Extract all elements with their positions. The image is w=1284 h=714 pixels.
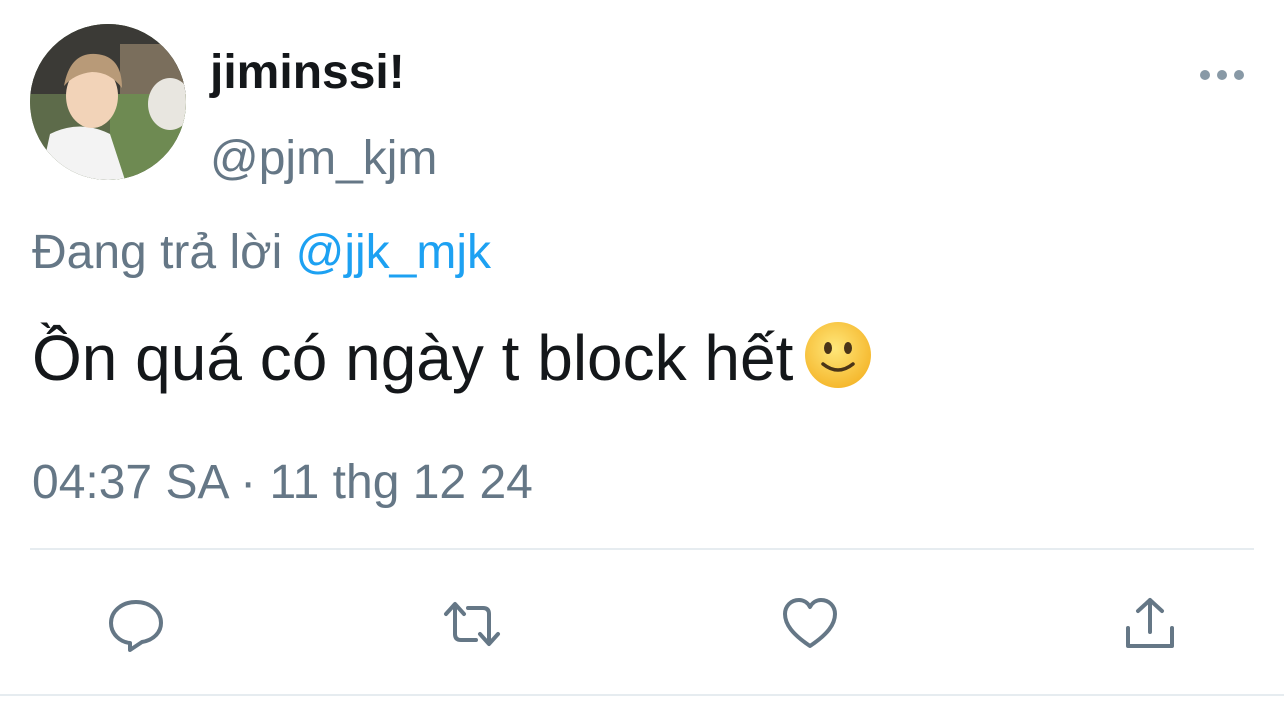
slightly-smiling-face-icon [803, 320, 873, 390]
more-options-icon[interactable] [1198, 64, 1246, 86]
user-handle[interactable]: @pjm_kjm [210, 126, 437, 192]
avatar-image [30, 24, 186, 180]
reply-prefix: Đang trả lời [32, 226, 283, 279]
retweet-button[interactable] [440, 592, 504, 656]
reply-icon [109, 600, 163, 652]
reply-button[interactable] [104, 592, 168, 656]
heart-icon [783, 598, 837, 648]
reply-mention-link[interactable]: @jjk_mjk [296, 226, 491, 279]
retweet-icon [444, 602, 500, 646]
display-name[interactable]: jiminssi! [210, 40, 405, 106]
tweet-text: Ồn quá có ngày t block hết [32, 316, 873, 400]
tweet-body: Ồn quá có ngày t block hết [32, 322, 794, 394]
divider [30, 548, 1254, 550]
divider-bottom [0, 694, 1284, 696]
share-button[interactable] [1118, 592, 1182, 656]
tweet-timestamp[interactable]: 04:37 SA · 11 thg 12 24 [32, 450, 533, 516]
reply-context: Đang trả lời @jjk_mjk [32, 220, 491, 286]
avatar[interactable] [30, 24, 186, 180]
like-button[interactable] [778, 592, 842, 656]
share-icon [1126, 598, 1174, 648]
